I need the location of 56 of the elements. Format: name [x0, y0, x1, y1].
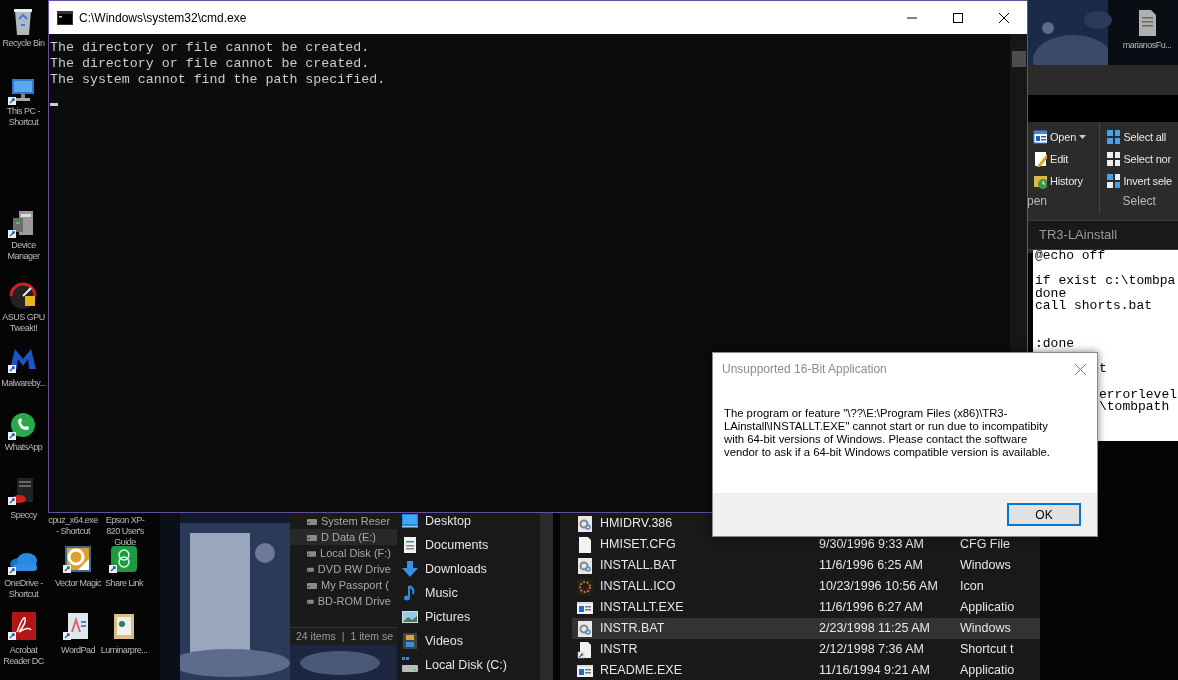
file-name: INSTR [600, 641, 638, 659]
date-modified: 11/6/1996 6:25 AM [819, 558, 924, 573]
file-name: INSTALL.BAT [600, 557, 677, 575]
file-name: HMISET.CFG [600, 536, 676, 554]
status-text: 1 item se [350, 628, 394, 644]
code-line: done [1035, 287, 1068, 301]
error-message: The program or feature "\??\E:\Program Files (x86)\TR3-LAinstall\INSTALLT.EXE" cannot start or run due to incompatibity with 64-bit versions of Windows. Please contact the software vendor to ask if a 64-bit Windows compatible version is available. [723, 406, 1051, 459]
code-line: \tombpath [1099, 401, 1170, 414]
window-title: C:\Windows\system32\cmd.exe [79, 9, 248, 27]
file-type: Icon [960, 578, 984, 596]
icon-label: Vector Magic [54, 578, 102, 589]
code-line: if exist c:\tombpa [1035, 275, 1177, 288]
code-line: :done [1035, 338, 1075, 351]
file-type: CFG File [960, 536, 1010, 554]
icon-label: Epson XP-820 User's Guide [104, 515, 146, 548]
icon-label: OneDrive - Shortcut [3, 578, 44, 600]
file-name: INSTALLT.EXE [600, 599, 684, 617]
icon-label: This PC - Shortcut [6, 106, 41, 128]
icon-label: Share Link [104, 578, 145, 589]
status-text: | [341, 628, 345, 644]
icon-label: WhatsApp [3, 442, 44, 453]
console-line: The system cannot find the path specified. [50, 72, 387, 88]
dialog-title: Unsupported 16-Bit Application [722, 361, 888, 378]
file-type: Applicatio [960, 662, 1015, 680]
date-modified: 11/16/1994 9:21 AM [819, 663, 930, 678]
status-text: 24 items [296, 628, 336, 644]
icon-label: Speccy [9, 510, 38, 521]
file-type: Applicatio [960, 599, 1015, 617]
icon-label: Acrobat Reader DC [2, 645, 45, 667]
date-modified: 10/23/1996 10:56 AM [819, 579, 938, 594]
group-label: pen [1027, 193, 1049, 210]
console-line: The directory or file cannot be created. [50, 56, 371, 72]
code-line: errorlevel [1099, 388, 1177, 402]
group-label: Select [1121, 193, 1157, 210]
file-name: INSTALL.ICO [600, 578, 676, 596]
icon-label: Device Manager [6, 240, 41, 262]
icon-label: Malwareby... [0, 378, 47, 389]
icon-label: ASUS GPU Tweak!! [1, 312, 46, 334]
code-line: @echo off [1035, 250, 1107, 263]
file-type: Shortcut t [960, 641, 1014, 659]
date-modified: 2/12/1998 7:36 AM [819, 642, 924, 657]
file-type: Windows [960, 620, 1011, 638]
code-line: call shorts.bat [1035, 300, 1154, 313]
console-line: The directory or file cannot be created. [50, 40, 371, 56]
icon-label: Recycle Bin [1, 38, 46, 49]
file-name: HMIDRV.386 [600, 515, 673, 533]
icon-label: Luminarpre... [99, 645, 149, 656]
file-name: INSTR.BAT [600, 620, 665, 638]
date-modified: 9/30/1996 9:33 AM [819, 537, 924, 552]
icon-label: marianosFu... [1121, 40, 1173, 51]
date-modified: 2/23/1998 11:25 AM [819, 621, 930, 636]
file-type: Windows [960, 557, 1011, 575]
icon-label: cpuz_x64.exe - Shortcut [48, 515, 98, 537]
file-name: README.EXE [600, 662, 682, 680]
date-modified: 11/6/1996 6:27 AM [819, 600, 924, 615]
code-line: t [1099, 363, 1107, 376]
